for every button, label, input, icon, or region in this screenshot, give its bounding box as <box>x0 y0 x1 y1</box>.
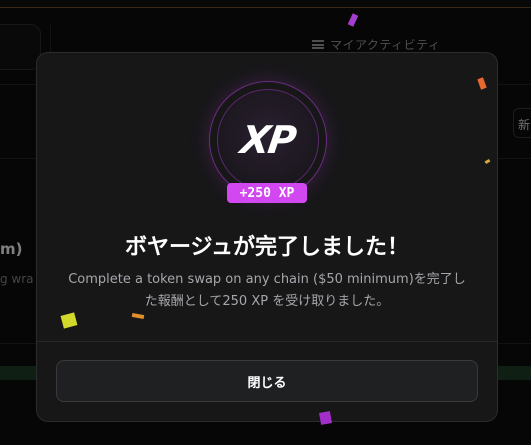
close-button[interactable]: 閉じる <box>56 360 478 402</box>
xp-logo-icon: XP <box>217 89 319 191</box>
xp-logo-text: XP <box>238 118 298 162</box>
modal-title: ボヤージュが完了しました！ <box>124 235 410 260</box>
confetti-piece <box>319 411 332 425</box>
xp-badge: XP <box>209 81 327 199</box>
reward-modal: XP +250 XP ボヤージュが完了しました！ Complete a toke… <box>36 52 498 422</box>
xp-amount-badge: +250 XP <box>227 183 307 203</box>
modal-description: Complete a token swap on any chain ($50 … <box>68 272 466 309</box>
modal-divider <box>37 341 497 342</box>
